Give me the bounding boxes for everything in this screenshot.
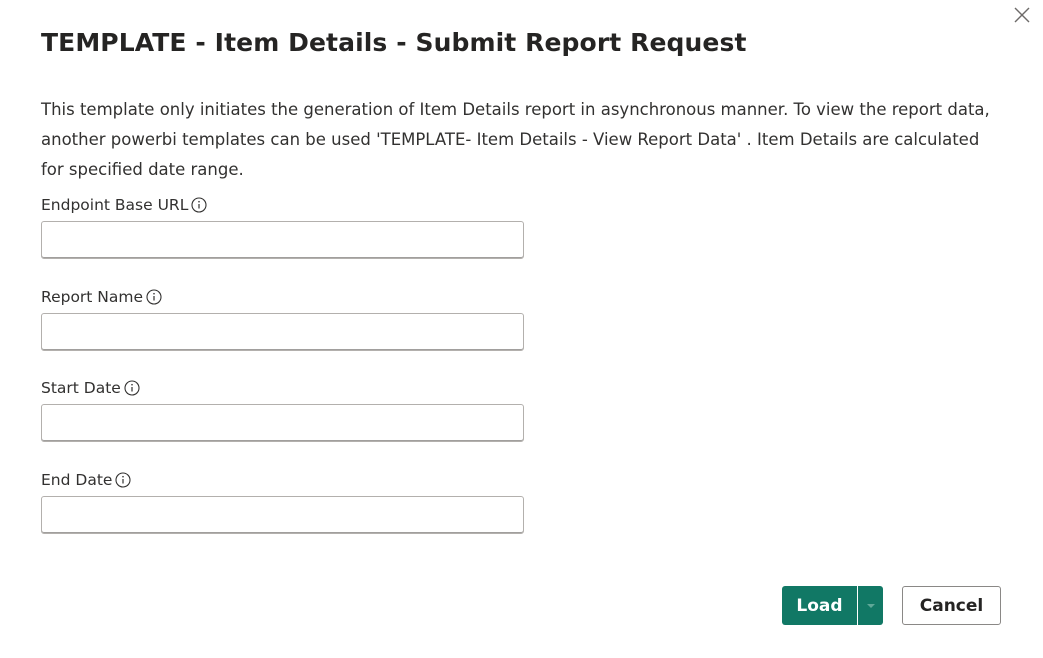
- start-date-input[interactable]: [41, 404, 524, 442]
- field-label-row: Start Date: [41, 377, 525, 399]
- report-name-label: Report Name: [41, 288, 144, 306]
- info-icon[interactable]: [146, 289, 162, 305]
- cancel-button[interactable]: Cancel: [902, 586, 1001, 625]
- report-name-input[interactable]: [41, 313, 524, 351]
- start-date-label: Start Date: [41, 379, 121, 397]
- endpoint-base-url-input[interactable]: [41, 221, 524, 259]
- close-icon: [1010, 3, 1034, 27]
- field-label-row: Endpoint Base URL: [41, 194, 525, 216]
- field-report-name: Report Name: [41, 286, 525, 351]
- dialog: TEMPLATE - Item Details - Submit Report …: [0, 0, 1043, 658]
- dialog-title: TEMPLATE - Item Details - Submit Report …: [41, 28, 747, 57]
- end-date-input[interactable]: [41, 496, 524, 534]
- dialog-description: This template only initiates the generat…: [41, 100, 990, 179]
- load-split-button: Load: [782, 586, 883, 625]
- field-label-row: Report Name: [41, 286, 525, 308]
- load-dropdown-button[interactable]: [858, 586, 883, 625]
- field-end-date: End Date: [41, 469, 525, 534]
- field-endpoint-base-url: Endpoint Base URL: [41, 194, 525, 259]
- caret-down-icon: [866, 603, 876, 609]
- end-date-label: End Date: [41, 471, 113, 489]
- field-label-row: End Date: [41, 469, 525, 491]
- info-icon[interactable]: [124, 380, 140, 396]
- endpoint-base-url-label: Endpoint Base URL: [41, 196, 189, 214]
- load-button[interactable]: Load: [782, 586, 857, 625]
- info-icon[interactable]: [115, 472, 131, 488]
- field-start-date: Start Date: [41, 377, 525, 442]
- close-button[interactable]: [1010, 3, 1034, 27]
- info-icon[interactable]: [191, 197, 207, 213]
